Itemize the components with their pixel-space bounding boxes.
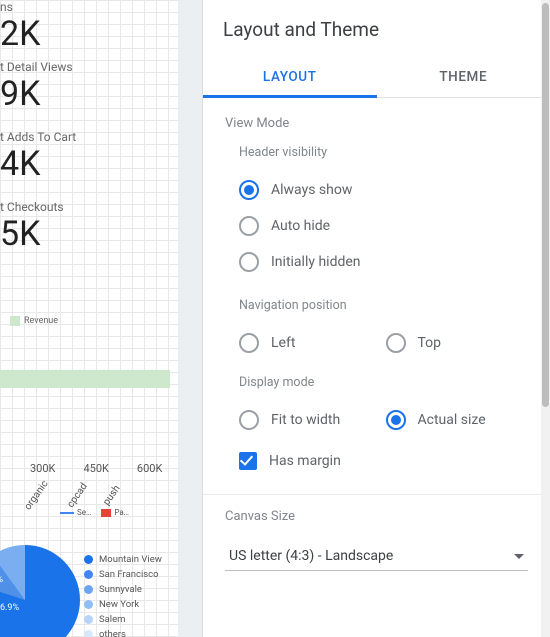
radio-icon: [386, 410, 406, 430]
legend-swatch: [10, 316, 20, 326]
category-labels: organic cpcad push: [20, 490, 131, 501]
radio-icon: [239, 410, 259, 430]
stat-block: t Checkouts 5K: [0, 200, 64, 254]
radio-nav-top[interactable]: Top: [386, 325, 529, 361]
pane-gap: [178, 0, 202, 637]
legend-text: Salem: [99, 612, 126, 627]
stat-value: 9K: [0, 74, 73, 114]
legend-dot: [84, 615, 93, 624]
series-legend: Se… Pa…: [60, 508, 129, 517]
radio-initially-hidden[interactable]: Initially hidden: [225, 244, 528, 280]
radio-label: Always show: [271, 182, 352, 198]
view-mode-section: View Mode Header visibility Always show …: [203, 98, 550, 486]
canvas-size-section: Canvas Size: [203, 495, 550, 526]
axis-tick: 300K: [30, 462, 55, 475]
legend-text: San Francisco: [99, 567, 159, 582]
section-title: Canvas Size: [225, 509, 528, 524]
legend-text: Mountain View: [99, 552, 162, 567]
legend-text: Se…: [77, 508, 91, 517]
legend-text: others: [99, 627, 126, 637]
stat-label: t Detail Views: [0, 60, 73, 74]
layout-theme-panel: Layout and Theme LAYOUT THEME View Mode …: [202, 0, 550, 637]
chevron-down-icon: [514, 554, 524, 559]
stat-block: ns 2K: [0, 0, 40, 54]
section-title: View Mode: [225, 116, 528, 131]
axis-tick: 450K: [83, 462, 108, 475]
radio-label: Actual size: [418, 412, 486, 428]
stat-label: t Checkouts: [0, 200, 64, 214]
legend-dot: [84, 555, 93, 564]
legend-text: Revenue: [24, 316, 58, 326]
stat-label: t Adds To Cart: [0, 130, 76, 144]
report-canvas: ns 2K t Detail Views 9K t Adds To Cart 4…: [0, 0, 178, 637]
radio-icon: [239, 333, 259, 353]
tab-layout[interactable]: LAYOUT: [203, 57, 377, 97]
checkbox-icon: [239, 452, 257, 470]
axis-ticks: 300K 450K 600K: [0, 462, 178, 475]
radio-label: Initially hidden: [271, 254, 361, 270]
radio-fit-to-width[interactable]: Fit to width: [239, 402, 382, 438]
group-title-display-mode: Display mode: [239, 375, 528, 390]
revenue-legend: Revenue: [10, 316, 58, 326]
radio-icon: [386, 333, 406, 353]
radio-auto-hide[interactable]: Auto hide: [225, 208, 528, 244]
legend-text: Pa…: [114, 508, 129, 517]
legend-dot: [84, 630, 93, 637]
line-swatch: [60, 512, 74, 514]
stat-label: ns: [0, 0, 40, 14]
square-swatch: [101, 509, 111, 517]
pie-slice-label: 7.6%: [0, 575, 3, 585]
legend-dot: [84, 600, 93, 609]
legend-text: New York: [99, 597, 139, 612]
radio-icon: [239, 216, 259, 236]
radio-nav-left[interactable]: Left: [239, 325, 382, 361]
radio-icon: [239, 180, 259, 200]
legend-text: Sunnyvale: [99, 582, 142, 597]
stat-value: 4K: [0, 144, 76, 184]
panel-scroll-track[interactable]: [541, 0, 550, 637]
axis-tick: 600K: [137, 462, 162, 475]
radio-always-show[interactable]: Always show: [225, 172, 528, 208]
group-title-header-visibility: Header visibility: [239, 145, 528, 160]
pie-legend: Mountain View San Francisco Sunnyvale Ne…: [84, 552, 162, 637]
radio-label: Fit to width: [271, 412, 340, 428]
tab-theme[interactable]: THEME: [377, 57, 550, 97]
bar-segment: [0, 370, 170, 388]
panel-title: Layout and Theme: [203, 0, 550, 57]
legend-dot: [84, 585, 93, 594]
legend-dot: [84, 570, 93, 579]
radio-label: Auto hide: [271, 218, 330, 234]
group-title-navigation-position: Navigation position: [239, 298, 528, 313]
panel-scroll-thumb[interactable]: [542, 3, 549, 407]
radio-label: Top: [418, 335, 442, 351]
canvas-size-dropdown[interactable]: US letter (4:3) - Landscape: [225, 538, 528, 571]
stat-block: t Adds To Cart 4K: [0, 130, 76, 184]
radio-icon: [239, 252, 259, 272]
checkbox-label: Has margin: [269, 453, 341, 469]
dropdown-value: US letter (4:3) - Landscape: [229, 548, 393, 564]
stat-value: 5K: [0, 214, 64, 254]
stat-block: t Detail Views 9K: [0, 60, 73, 114]
stat-value: 2K: [0, 14, 40, 54]
radio-actual-size[interactable]: Actual size: [386, 402, 529, 438]
radio-label: Left: [271, 335, 295, 351]
pie-slice-label: 6.9%: [0, 603, 19, 613]
checkbox-has-margin[interactable]: Has margin: [225, 444, 528, 478]
panel-tabs: LAYOUT THEME: [203, 57, 550, 98]
